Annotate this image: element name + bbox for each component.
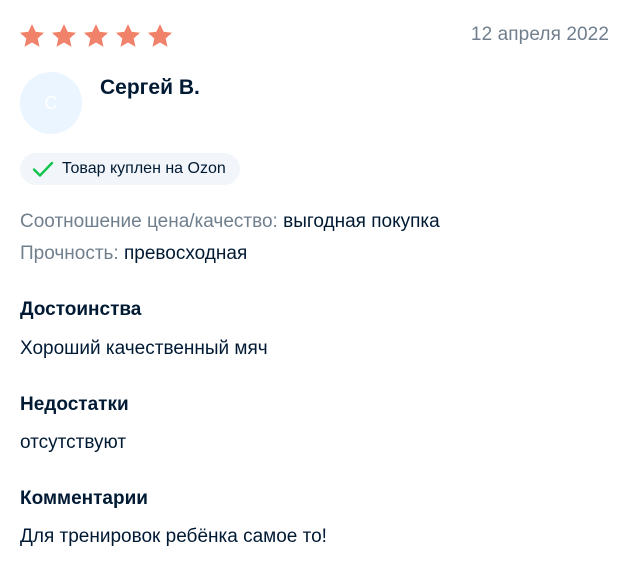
section-title-pros: Достоинства	[20, 299, 142, 320]
review-date: 12 апреля 2022	[470, 24, 609, 45]
check-icon	[32, 161, 54, 177]
star-icon	[83, 24, 109, 47]
review-card: 12 апреля 2022 С Сергей В. Товар куплен …	[0, 0, 621, 563]
author-name[interactable]: Сергей В.	[100, 76, 200, 100]
section-text-pros: Хороший качественный мяч	[20, 338, 268, 359]
attribute-value: превосходная	[124, 243, 248, 264]
star-icon	[147, 24, 173, 47]
attribute-value: выгодная покупка	[283, 211, 440, 232]
star-icon	[115, 24, 141, 47]
attribute-row: Прочность: превосходная	[20, 243, 247, 265]
verified-purchase-badge: Товар куплен на Ozon	[20, 153, 240, 185]
avatar[interactable]: С	[20, 72, 82, 134]
attribute-key: Прочность:	[20, 243, 119, 264]
avatar-initial: С	[44, 92, 58, 113]
star-icon	[51, 24, 77, 47]
star-icon	[19, 24, 45, 47]
badge-label: Товар куплен на Ozon	[62, 160, 226, 177]
rating-stars	[18, 22, 174, 50]
section-text-comment: Для тренировок ребёнка самое то!	[20, 526, 327, 547]
section-title-comment: Комментарии	[20, 488, 148, 509]
attribute-key: Соотношение цена/качество:	[20, 211, 278, 232]
attribute-row: Соотношение цена/качество: выгодная поку…	[20, 211, 440, 233]
section-text-cons: отсутствуют	[20, 432, 127, 453]
section-title-cons: Недостатки	[20, 394, 129, 415]
